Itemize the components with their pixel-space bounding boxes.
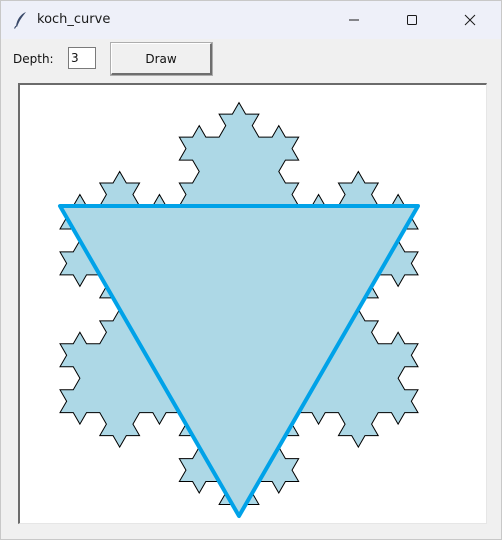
title-bar[interactable]: koch_curve xyxy=(1,1,501,39)
close-button[interactable] xyxy=(447,1,493,39)
maximize-button[interactable] xyxy=(389,1,435,39)
close-icon xyxy=(464,11,476,30)
app-window: koch_curve Depth: Draw xyxy=(0,0,502,540)
feather-icon xyxy=(13,11,29,29)
depth-input[interactable] xyxy=(68,47,96,69)
maximize-icon xyxy=(406,11,418,30)
draw-button[interactable]: Draw xyxy=(110,42,213,76)
drawing-canvas[interactable] xyxy=(18,83,487,524)
minimize-button[interactable] xyxy=(331,1,377,39)
depth-label: Depth: xyxy=(13,52,54,66)
window-title: koch_curve xyxy=(37,12,111,27)
koch-canvas-svg xyxy=(58,101,420,518)
minimize-icon xyxy=(348,11,360,30)
